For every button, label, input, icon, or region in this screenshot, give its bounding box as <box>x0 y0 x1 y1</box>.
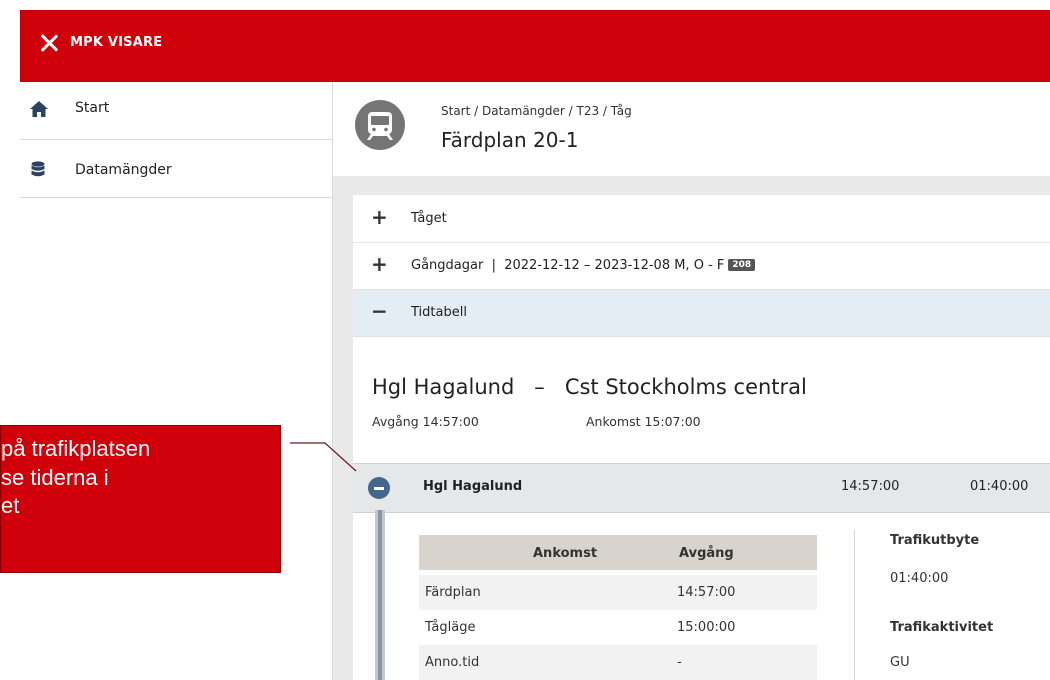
home-icon <box>30 101 48 117</box>
arrival-time: Ankomst 15:07:00 <box>586 414 701 429</box>
divider <box>854 530 855 680</box>
annotation-callout: på trafikplatsen se tiderna i et <box>0 425 281 573</box>
collapse-circle-icon[interactable] <box>368 477 390 499</box>
row-departure: 14:57:00 <box>677 585 736 600</box>
trafikutbyte-value: 01:40:00 <box>890 571 949 586</box>
section-gangdagar[interactable]: + Gångdagar | 2022-12-12 – 2023-12-08 M,… <box>353 243 1050 290</box>
trafikaktivitet-label: Trafikaktivitet <box>890 620 994 635</box>
close-icon[interactable] <box>40 34 58 52</box>
expand-icon: + <box>371 252 388 276</box>
route-title: Hgl Hagalund – Cst Stockholms central <box>372 375 807 399</box>
row-departure: 15:00:00 <box>677 620 736 635</box>
timeline-bar <box>375 510 385 680</box>
table-row: Färdplan 14:57:00 <box>419 575 817 610</box>
trafikaktivitet-value: GU <box>890 655 910 670</box>
expand-icon: + <box>371 205 388 229</box>
row-departure: - <box>677 655 682 670</box>
section-label: Gångdagar | 2022-12-12 – 2023-12-08 M, O… <box>411 258 725 273</box>
sidebar: Start Datamängder <box>20 82 333 680</box>
table-row: Tågläge 15:00:00 <box>419 610 817 645</box>
collapse-icon: − <box>371 299 388 323</box>
callout-line: på trafikplatsen <box>1 436 151 461</box>
station-time: 14:57:00 <box>841 479 900 494</box>
row-label: Anno.tid <box>425 655 480 670</box>
app-header: MPK VISARE <box>20 10 1050 82</box>
trafikutbyte-label: Trafikutbyte <box>890 533 980 548</box>
train-icon <box>355 100 405 150</box>
column-header-avgang: Avgång <box>679 546 734 561</box>
section-label: Tåget <box>411 211 447 226</box>
app-title: MPK VISARE <box>70 35 163 50</box>
callout-line: se tiderna i <box>1 465 109 490</box>
callout-leader-line <box>290 442 357 472</box>
section-label-wrap: Gångdagar | 2022-12-12 – 2023-12-08 M, O… <box>411 258 756 273</box>
timetable-header: Ankomst Avgång <box>419 535 817 570</box>
day-count-badge: 208 <box>728 259 756 271</box>
page-header: Start / Datamängder / T23 / Tåg Färdplan… <box>333 82 1050 176</box>
column-header-ankomst: Ankomst <box>533 546 598 561</box>
callout-text: på trafikplatsen se tiderna i et <box>1 435 282 575</box>
departure-time: Avgång 14:57:00 <box>372 414 479 429</box>
section-label: Tidtabell <box>411 305 467 320</box>
section-tidtabell[interactable]: − Tidtabell <box>353 290 1050 337</box>
row-label: Färdplan <box>425 585 481 600</box>
breadcrumb[interactable]: Start / Datamängder / T23 / Tåg <box>441 104 632 118</box>
callout-line: et <box>1 493 20 518</box>
sidebar-item-label: Start <box>75 100 110 116</box>
section-taget[interactable]: + Tåget <box>353 196 1050 243</box>
page-title: Färdplan 20-1 <box>441 128 579 152</box>
row-label: Tågläge <box>425 620 476 635</box>
database-icon <box>31 161 45 177</box>
sidebar-item-label: Datamängder <box>75 162 172 178</box>
sidebar-item-start[interactable]: Start <box>20 82 332 140</box>
station-row[interactable]: Hgl Hagalund 14:57:00 01:40:00 <box>353 463 1050 513</box>
station-name: Hgl Hagalund <box>423 479 523 494</box>
sidebar-item-datamangder[interactable]: Datamängder <box>20 140 332 198</box>
station-duration: 01:40:00 <box>970 479 1029 494</box>
table-row: Anno.tid - <box>419 645 817 680</box>
